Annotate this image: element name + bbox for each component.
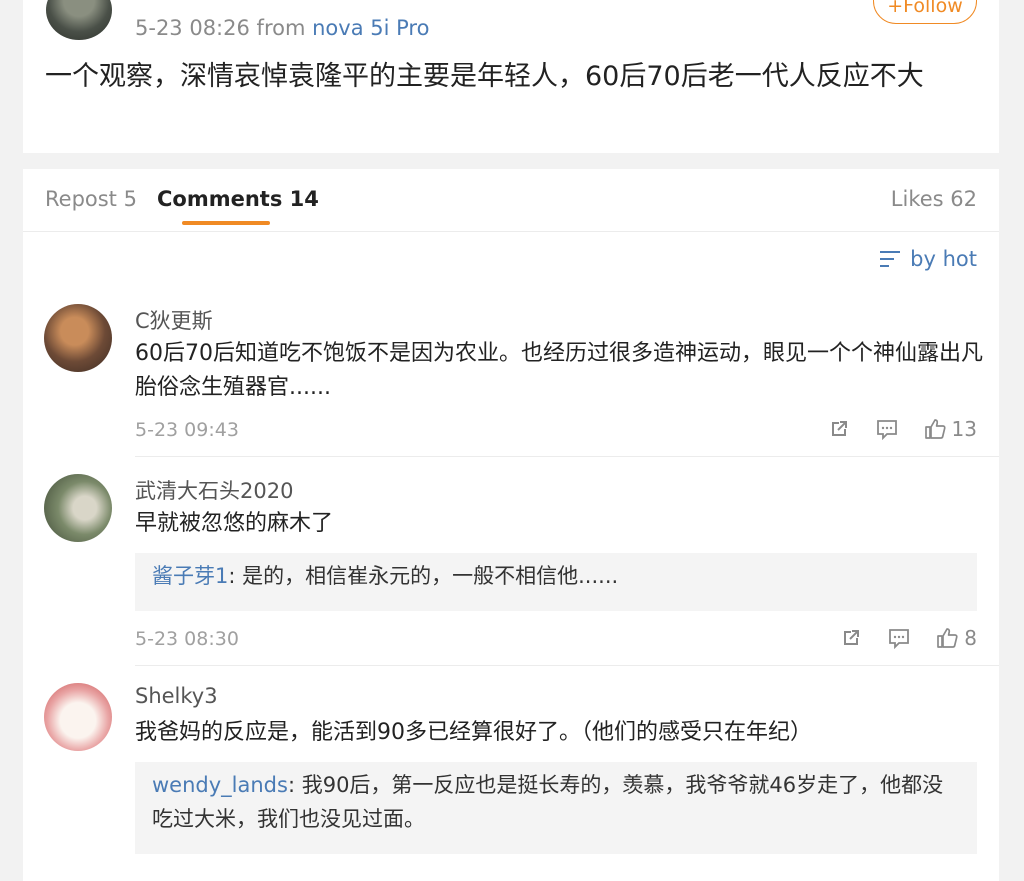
comment-time: 5-23 08:30: [135, 628, 239, 650]
post-meta: 5-23 08:26 from nova 5i Pro: [135, 16, 429, 40]
comment-text: 60后70后知道吃不饱饭不是因为农业。也经历过很多造神运动，眼见一个个神仙露出凡…: [135, 341, 983, 400]
comment-time: 5-23 09:43: [135, 419, 239, 441]
post-source[interactable]: nova 5i Pro: [312, 16, 429, 40]
reply-preview[interactable]: 酱子芽1: 是的，相信崔永元的，一般不相信他......: [135, 553, 977, 611]
reply-text: : 是的，相信崔永元的，一般不相信他......: [228, 564, 619, 588]
like-button[interactable]: 8: [936, 626, 977, 650]
commenter-name[interactable]: Shelky3: [135, 684, 218, 708]
commenter-avatar[interactable]: [44, 304, 112, 372]
tab-bar: Repost 5 Comments 14 Likes 62: [23, 169, 999, 232]
sort-icon: [880, 249, 902, 269]
commenter-name[interactable]: C狄更斯: [135, 305, 213, 335]
share-icon[interactable]: [828, 418, 850, 440]
like-icon: [936, 627, 958, 649]
comment-divider: [135, 665, 999, 666]
follow-button[interactable]: +Follow: [873, 0, 977, 24]
comment-text: 我爸妈的反应是，能活到90多已经算很好了。（他们的感受只在年纪）: [135, 720, 812, 745]
comment-icon[interactable]: [888, 627, 910, 650]
reply-user[interactable]: 酱子芽1: [152, 564, 228, 588]
tab-repost[interactable]: Repost 5: [45, 187, 137, 211]
tab-comments[interactable]: Comments 14: [157, 187, 319, 211]
like-count: 13: [951, 417, 977, 441]
comment-actions: 8: [840, 626, 977, 650]
post-text: 一个观察，深情哀悼袁隆平的主要是年轻人，60后70后老一代人反应不大: [45, 61, 924, 92]
comment-actions: 13: [828, 417, 977, 441]
sort-toggle[interactable]: by hot: [880, 247, 977, 271]
sort-label: by hot: [910, 247, 977, 271]
active-tab-indicator: [182, 221, 270, 225]
comments-card: Repost 5 Comments 14 Likes 62 by hot C狄更…: [23, 169, 999, 881]
share-icon[interactable]: [840, 627, 862, 649]
commenter-avatar[interactable]: [44, 474, 112, 542]
like-icon: [924, 418, 946, 440]
post-card: 5-23 08:26 from nova 5i Pro +Follow 一个观察…: [23, 0, 999, 153]
comment-icon[interactable]: [876, 418, 898, 441]
like-count: 8: [964, 626, 977, 650]
like-button[interactable]: 13: [924, 417, 977, 441]
post-author-avatar[interactable]: [46, 0, 112, 40]
reply-user[interactable]: wendy_lands: [152, 773, 288, 797]
post-from-label: from: [256, 16, 306, 40]
commenter-avatar[interactable]: [44, 683, 112, 751]
post-time: 5-23 08:26: [135, 16, 250, 40]
commenter-name[interactable]: 武清大石头2020: [135, 475, 293, 505]
tab-likes[interactable]: Likes 62: [891, 187, 977, 211]
reply-preview[interactable]: wendy_lands: 我90后，第一反应也是挺长寿的，羡慕，我爷爷就46岁走…: [135, 762, 977, 854]
comment-text: 早就被忽悠的麻木了: [135, 511, 334, 536]
comment-divider: [135, 456, 999, 457]
